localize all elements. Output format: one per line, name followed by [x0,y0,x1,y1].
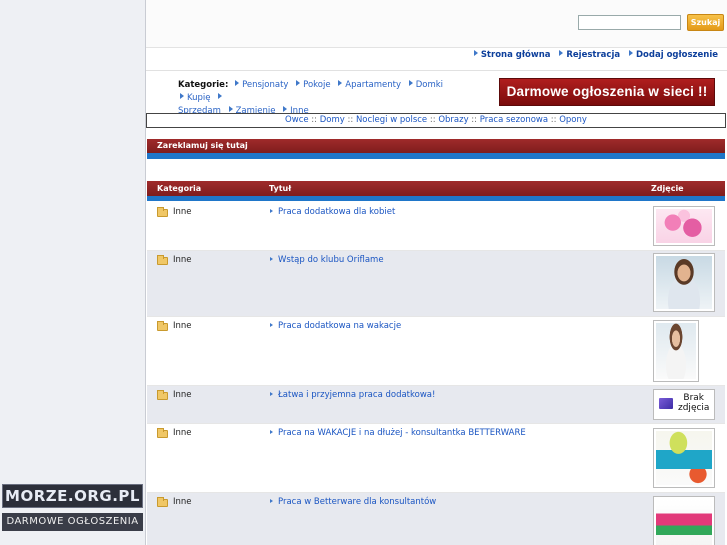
arrow-right-icon [270,392,273,396]
containers-photo-icon [656,499,712,545]
row-photo[interactable] [653,428,715,488]
row-photo[interactable]: Brak zdjęcia [653,389,715,420]
category-link[interactable]: Apartamenty [345,80,401,90]
no-photo-icon [659,398,673,409]
row-category: Inne [173,428,192,438]
nav-add-listing[interactable]: Dodaj ogłoszenie [628,50,718,60]
arrow-right-icon [559,50,564,56]
quick-link[interactable]: Opony [559,115,587,125]
folder-icon [157,497,168,507]
column-header-category: Kategoria [157,184,202,193]
folder-icon [157,255,168,265]
divider [146,70,727,71]
arrow-right-icon [235,80,240,86]
row-title[interactable]: Praca w Betterware dla konsultantów [270,497,436,507]
advertise-section: Zareklamuj się tutaj [147,139,725,161]
search-input[interactable] [578,15,681,30]
row-photo[interactable] [653,496,715,545]
column-header-title: Tytuł [269,184,292,193]
advertise-stripe [147,153,725,159]
arrow-right-icon [473,50,478,56]
flowers-photo-icon [656,209,712,243]
promo-banner[interactable]: Darmowe ogłoszenia w sieci !! [499,78,715,106]
row-title[interactable]: Łatwa i przyjemna praca dodatkowa! [270,390,435,400]
no-photo-text: Brak zdjęcia [678,393,710,413]
arrow-right-icon [228,106,233,112]
row-photo[interactable] [653,206,715,246]
header: Szukaj [146,0,727,48]
arrow-right-icon [338,80,343,86]
arrow-right-icon [296,80,301,86]
woman-photo-icon [656,323,696,379]
table-row[interactable]: Inne Praca dodatkowa na wakacje [147,317,725,386]
folder-icon [157,321,168,331]
category-link[interactable]: Domki [416,80,443,90]
row-category: Inne [173,321,192,331]
row-category: Inne [173,497,192,507]
row-photo[interactable] [653,320,699,382]
site-logo[interactable]: MORZE.ORG.PL DARMOWE OGŁOSZENIA [2,484,143,534]
table-row[interactable]: Inne Łatwa i przyjemna praca dodatkowa! … [147,386,725,424]
row-category: Inne [173,390,192,400]
column-header-photo: Zdjęcie [651,184,684,193]
table-row[interactable]: Inne Praca dodatkowa dla kobiet [147,203,725,251]
arrow-right-icon [218,93,223,99]
row-category: Inne [173,255,192,265]
quick-link[interactable]: Praca sezonowa [480,115,548,125]
top-navigation: Strona główna Rejestracja Dodaj ogłoszen… [146,50,727,66]
category-link[interactable]: Pokoje [303,80,330,90]
left-column: MORZE.ORG.PL DARMOWE OGŁOSZENIA [0,0,145,545]
nav-home[interactable]: Strona główna [473,50,551,60]
nav-register[interactable]: Rejestracja [559,50,620,60]
row-title[interactable]: Praca dodatkowa na wakacje [270,321,401,331]
advertise-header[interactable]: Zareklamuj się tutaj [147,139,725,153]
arrow-right-icon [270,209,273,213]
listings-table: Inne Praca dodatkowa dla kobiet Inne Wst… [147,203,725,545]
category-link[interactable]: Pensjonaty [242,80,288,90]
row-title[interactable]: Praca dodatkowa dla kobiet [270,207,395,217]
row-title[interactable]: Wstąp do klubu Oriflame [270,255,384,265]
quick-link[interactable]: Obrazy [438,115,468,125]
listings-table-header: Kategoria Tytuł Zdjęcie [147,181,725,203]
row-category: Inne [173,207,192,217]
quick-links-bar: Owce :: Domy :: Noclegi w polsce :: Obra… [146,113,726,128]
arrow-right-icon [628,50,633,56]
arrow-right-icon [283,106,288,112]
quick-link[interactable]: Noclegi w polsce [356,115,427,125]
products-photo-icon [656,431,712,485]
row-photo[interactable] [653,253,715,312]
main-content: Szukaj Strona główna Rejestracja Dodaj o… [145,0,727,545]
folder-icon [157,207,168,217]
arrow-right-icon [180,93,184,99]
arrow-right-icon [408,80,413,86]
arrow-right-icon [270,257,273,261]
quick-link[interactable]: Owce [285,115,309,125]
logo-title: MORZE.ORG.PL [2,484,143,508]
search-button[interactable]: Szukaj [687,14,724,31]
folder-icon [157,390,168,400]
table-row[interactable]: Inne Wstąp do klubu Oriflame [147,251,725,317]
arrow-right-icon [270,323,273,327]
table-row[interactable]: Inne Praca w Betterware dla konsultantów [147,493,725,545]
arrow-right-icon [270,430,273,434]
category-label: Kategorie: [178,80,229,90]
category-link[interactable]: Kupię [187,93,211,103]
quick-link[interactable]: Domy [320,115,345,125]
table-row[interactable]: Inne Praca na WAKACJE i na dłużej - kons… [147,424,725,493]
folder-icon [157,428,168,438]
logo-subtitle: DARMOWE OGŁOSZENIA [2,513,143,531]
woman-wellness-photo-icon [656,256,712,309]
row-title[interactable]: Praca na WAKACJE i na dłużej - konsultan… [270,428,526,438]
arrow-right-icon [270,499,273,503]
